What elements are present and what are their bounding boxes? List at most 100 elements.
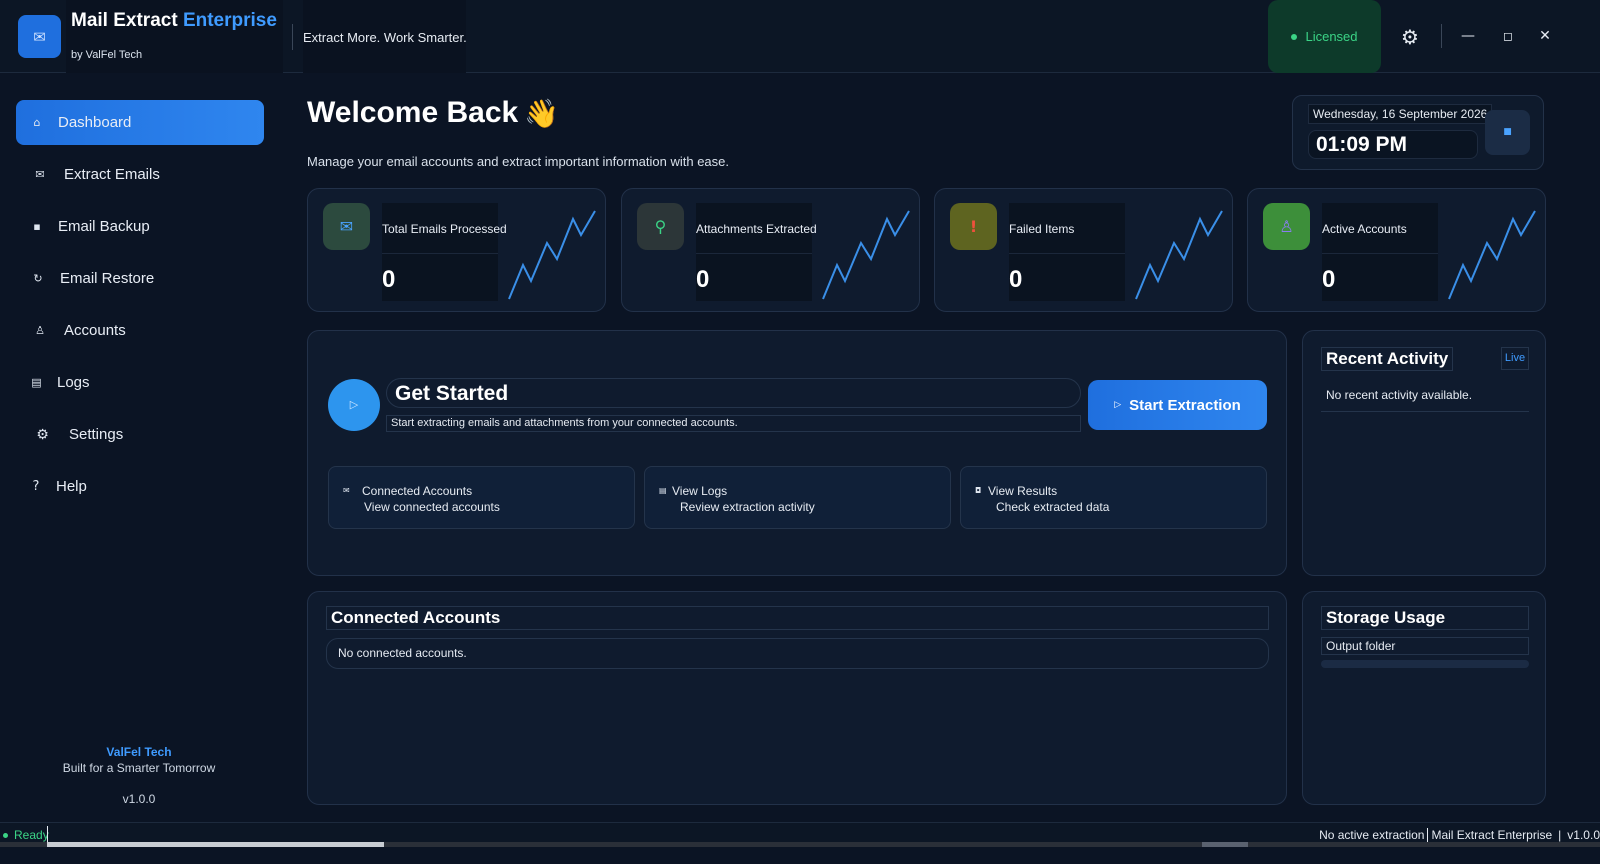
status-ready: Ready — [3, 828, 49, 842]
maximize-button[interactable]: ◻ — [1495, 23, 1521, 49]
sidebar-item-dashboard[interactable]: ⌂ Dashboard — [16, 100, 264, 145]
play-icon: ▷ — [1114, 400, 1122, 410]
stat-divider — [1009, 253, 1125, 254]
datetime-widget: Wednesday, 16 September 2026 01:09 PM ■ — [1292, 95, 1544, 170]
license-status: Licensed — [1305, 29, 1358, 44]
stat-label: Failed Items — [1009, 222, 1075, 236]
sidebar-item-help[interactable]: ? Help — [16, 464, 264, 509]
app-name: Mail Extract — [71, 10, 178, 31]
minimize-button[interactable]: — — [1455, 23, 1481, 49]
connected-accounts-panel: Connected Accounts No connected accounts… — [307, 591, 1287, 805]
live-badge: Live — [1501, 347, 1529, 370]
tagline: Extract More. Work Smarter. — [303, 30, 467, 45]
app-byline: by ValFel Tech — [71, 49, 143, 61]
clock-stop-icon[interactable]: ■ — [1485, 110, 1530, 155]
app-title: Mail Extract Enterprise — [71, 10, 277, 32]
stat-value: 0 — [1009, 266, 1023, 293]
logs-icon: ▤ — [659, 486, 667, 495]
sidebar-item-email-backup[interactable]: ▪ Email Backup — [16, 204, 264, 249]
quick-card-connected-accounts[interactable]: ✉ Connected Accounts View connected acco… — [328, 466, 635, 529]
sidebar-item-extract-emails[interactable]: ✉ Extract Emails — [16, 152, 264, 197]
page-subtitle: Manage your email accounts and extract i… — [307, 154, 729, 169]
settings-gear-icon[interactable]: ⚙ — [1398, 26, 1422, 48]
divider — [1321, 411, 1529, 412]
stat-text: Failed Items 0 — [1009, 203, 1125, 301]
warning-icon: ! — [950, 203, 997, 250]
stat-label: Active Accounts — [1322, 222, 1407, 236]
stat-divider — [1322, 253, 1438, 254]
get-started-description: Start extracting emails and attachments … — [386, 415, 1081, 432]
stat-divider — [382, 253, 498, 254]
envelope-icon: ✉ — [35, 168, 45, 181]
recent-activity-panel: Recent Activity Live No recent activity … — [1302, 330, 1546, 576]
title-divider-2 — [1441, 24, 1442, 48]
status-version: v1.0.0 — [1567, 828, 1600, 842]
quick-card-title: View Logs — [672, 484, 728, 498]
sidebar-item-email-restore[interactable]: ↻ Email Restore — [16, 256, 264, 301]
sidebar-item-label: Dashboard — [58, 114, 132, 131]
sparkline-icon — [508, 210, 596, 300]
play-icon[interactable]: ▷ — [328, 379, 380, 431]
stat-text: Total Emails Processed 0 — [382, 203, 507, 301]
status-right: No active extraction Mail Extract Enterp… — [1319, 828, 1600, 842]
stat-text: Active Accounts 0 — [1322, 203, 1438, 301]
current-date: Wednesday, 16 September 2026 — [1308, 104, 1493, 124]
page-title: Welcome Back — [307, 96, 519, 129]
stat-value: 0 — [382, 266, 396, 293]
sparkline-icon — [1448, 210, 1536, 300]
title-bar: ✉ Mail Extract Enterprise by ValFel Tech… — [0, 0, 1600, 73]
sidebar-item-label: Settings — [69, 426, 124, 443]
quick-card-title: Connected Accounts — [362, 484, 473, 498]
start-extraction-button[interactable]: ▷ Start Extraction — [1088, 380, 1267, 430]
connected-accounts-empty: No connected accounts. — [326, 638, 1269, 669]
stat-label: Attachments Extracted — [696, 222, 817, 236]
stat-label: Total Emails Processed — [382, 222, 507, 236]
quick-card-subtitle: View connected accounts — [364, 500, 500, 514]
close-button[interactable]: ✕ — [1532, 23, 1558, 49]
sidebar-item-label: Accounts — [64, 322, 126, 339]
envelope-icon: ✉ — [343, 486, 350, 495]
envelope-icon: ✉ — [323, 203, 370, 250]
quick-card-view-logs[interactable]: ▤ View Logs Review extraction activity — [644, 466, 951, 529]
quick-card-view-results[interactable]: ◘ View Results Check extracted data — [960, 466, 1267, 529]
user-icon: ♙ — [1263, 203, 1310, 250]
storage-progress-bar — [1321, 660, 1529, 668]
title-divider — [292, 24, 293, 50]
status-pipe: | — [1558, 828, 1562, 842]
app-edition: Enterprise — [182, 10, 277, 31]
stat-value: 0 — [1322, 266, 1336, 293]
sidebar-item-label: Help — [56, 478, 87, 495]
sidebar-item-settings[interactable]: ⚙ Settings — [16, 412, 264, 457]
search-icon: ⚲ — [637, 203, 684, 250]
stat-text: Attachments Extracted 0 — [696, 203, 817, 301]
storage-usage-title: Storage Usage — [1321, 606, 1529, 630]
footer-brand: ValFel Tech — [106, 745, 172, 759]
connected-accounts-title: Connected Accounts — [326, 606, 1269, 630]
status-text: Ready — [14, 828, 49, 842]
sidebar-item-label: Email Backup — [58, 218, 150, 235]
status-app-name: Mail Extract Enterprise — [1431, 828, 1553, 842]
sparkline-icon — [822, 210, 910, 300]
sidebar-item-accounts[interactable]: ♙ Accounts — [16, 308, 264, 353]
results-icon: ◘ — [975, 486, 982, 495]
restore-icon: ↻ — [33, 272, 43, 285]
stat-card-active-accounts: ♙ Active Accounts 0 — [1247, 188, 1546, 312]
status-separator — [1427, 828, 1429, 842]
storage-usage-panel: Storage Usage Output folder — [1302, 591, 1546, 805]
sidebar-item-logs[interactable]: ▤ Logs — [16, 360, 264, 405]
footer-tagline: Built for a Smarter Tomorrow — [62, 761, 216, 775]
stat-value: 0 — [696, 266, 710, 293]
stat-card-attachments: ⚲ Attachments Extracted 0 — [621, 188, 920, 312]
get-started-panel: ▷ Get Started Start extracting emails an… — [307, 330, 1287, 576]
home-icon: ⌂ — [33, 116, 41, 129]
gear-icon: ⚙ — [36, 426, 49, 443]
sidebar-item-label: Email Restore — [60, 270, 155, 287]
help-icon: ? — [32, 479, 40, 494]
sparkline-icon — [1135, 210, 1223, 300]
license-badge[interactable]: Licensed — [1268, 0, 1381, 73]
sidebar: ⌂ Dashboard ✉ Extract Emails ▪ Email Bac… — [0, 74, 285, 822]
stat-card-failed-items: ! Failed Items 0 — [934, 188, 1233, 312]
stat-divider — [696, 253, 812, 254]
waving-hand-icon: 👋 — [524, 97, 559, 130]
text-cursor — [47, 826, 48, 842]
